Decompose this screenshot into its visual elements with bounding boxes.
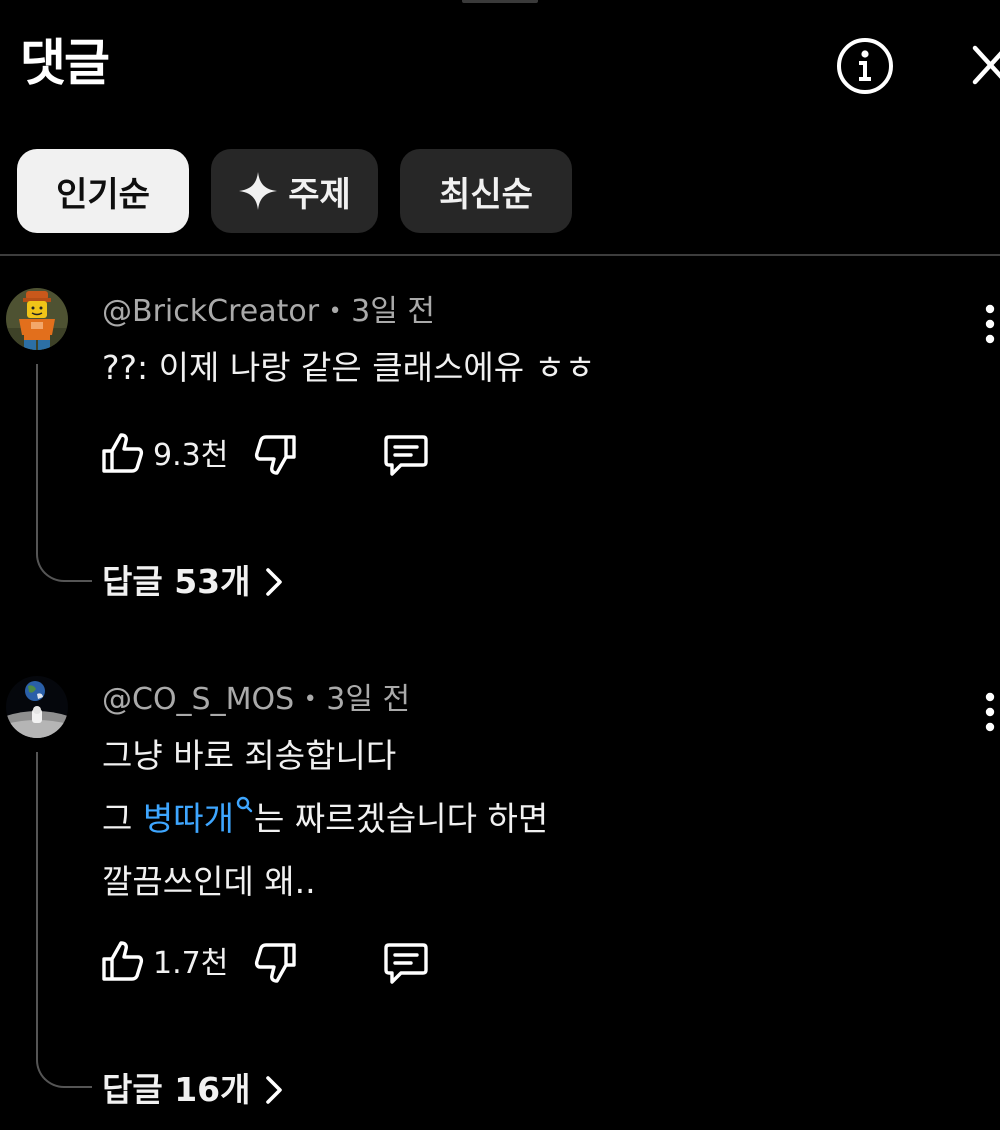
view-replies-button[interactable]: 답글 53개 bbox=[102, 560, 283, 604]
thumbs-up-icon bbox=[102, 433, 144, 473]
replies-count: 답글 53개 bbox=[102, 562, 251, 601]
filter-chip-topics[interactable]: 주제 bbox=[211, 149, 378, 233]
meta-separator: • bbox=[303, 687, 317, 712]
thread-line bbox=[36, 752, 92, 1088]
like-count: 9.3천 bbox=[153, 438, 229, 473]
filter-chip-label: 주제 bbox=[288, 174, 351, 215]
comment-author[interactable]: @CO_S_MOS bbox=[102, 682, 294, 717]
avatar[interactable] bbox=[6, 288, 68, 350]
filter-chip-popular[interactable]: 인기순 bbox=[17, 149, 189, 233]
comment-text: ??: 이제 나랑 같은 클래스에유 ㅎㅎ bbox=[102, 336, 595, 399]
sparkle-icon bbox=[239, 172, 278, 210]
comment-text-line: 깔끔쓰인데 왜.. bbox=[102, 862, 316, 901]
replies-count: 답글 16개 bbox=[102, 1070, 251, 1109]
comment-meta: @BrickCreator • 3일 전 bbox=[102, 292, 435, 332]
reply-button[interactable] bbox=[383, 942, 429, 986]
comment-text-line: ??: 이제 나랑 같은 클래스에유 ㅎㅎ bbox=[102, 348, 596, 387]
search-link[interactable]: 병따개 bbox=[142, 796, 254, 838]
comment-meta: @CO_S_MOS • 3일 전 bbox=[102, 680, 410, 720]
dislike-button[interactable] bbox=[254, 941, 298, 985]
close-icon bbox=[972, 45, 1000, 85]
like-count: 1.7천 bbox=[153, 946, 229, 981]
reply-button[interactable] bbox=[383, 434, 429, 478]
comment-menu-button[interactable] bbox=[976, 302, 1000, 346]
thumbs-down-icon bbox=[254, 435, 296, 475]
thumbs-up-icon bbox=[102, 941, 144, 981]
filter-chip-label: 인기순 bbox=[56, 174, 150, 215]
thumbs-down-icon bbox=[254, 943, 296, 983]
search-link-text: 병따개 bbox=[142, 799, 234, 838]
view-replies-button[interactable]: 답글 16개 bbox=[102, 1068, 283, 1112]
thread-line bbox=[36, 364, 92, 582]
filter-chip-newest[interactable]: 최신순 bbox=[400, 149, 572, 233]
comment-icon bbox=[384, 943, 428, 984]
chevron-right-icon bbox=[265, 1076, 282, 1104]
drag-handle[interactable] bbox=[462, 0, 538, 3]
like-button[interactable] bbox=[100, 431, 144, 475]
chevron-right-icon bbox=[265, 568, 282, 596]
search-icon bbox=[236, 796, 253, 813]
comment-text-line: 그 병따개 는 짜르겠습니다 하면 bbox=[102, 787, 548, 850]
text-segment: 그 bbox=[102, 799, 143, 838]
more-vert-icon bbox=[985, 304, 995, 344]
avatar[interactable] bbox=[6, 676, 68, 738]
dislike-button[interactable] bbox=[254, 433, 298, 477]
comment-author[interactable]: @BrickCreator bbox=[102, 294, 319, 329]
comment-menu-button[interactable] bbox=[976, 690, 1000, 734]
filter-chip-label: 최신순 bbox=[439, 174, 533, 215]
comment-icon bbox=[384, 435, 428, 476]
info-icon bbox=[837, 38, 893, 94]
close-button[interactable] bbox=[966, 44, 1000, 88]
comment-time: 3일 전 bbox=[326, 682, 411, 717]
comment-text-line: 그냥 바로 죄송합니다 bbox=[102, 736, 397, 775]
meta-separator: • bbox=[328, 299, 342, 324]
comment-time: 3일 전 bbox=[351, 294, 435, 329]
text-segment: 는 짜르겠습니다 하면 bbox=[253, 799, 549, 838]
panel-title: 댓글 bbox=[20, 34, 110, 92]
like-button[interactable] bbox=[100, 939, 144, 983]
comment-text: 그냥 바로 죄송합니다 그 병따개 는 짜르겠습니다 하면 깔끔쓰인데 왜.. bbox=[102, 724, 548, 913]
info-button[interactable] bbox=[836, 37, 894, 95]
header-divider bbox=[0, 254, 1000, 256]
more-vert-icon bbox=[985, 692, 995, 732]
